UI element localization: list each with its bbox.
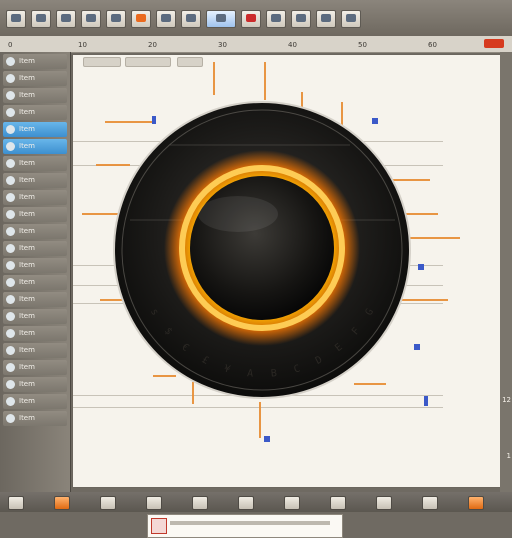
dialog-thumbnail: [151, 518, 167, 534]
dialog-text-bar: [170, 521, 330, 525]
lens-highlight: [198, 196, 278, 232]
status-button-9[interactable]: [376, 496, 392, 510]
status-button-8[interactable]: [330, 496, 346, 510]
ring-glyph: B: [270, 368, 277, 380]
status-button-6[interactable]: [238, 496, 254, 510]
status-button-2[interactable]: [54, 496, 70, 510]
lens-illustration: s$€£¥ A B CDEFG: [82, 62, 460, 442]
center-lens: [190, 176, 334, 320]
status-button-11[interactable]: [468, 496, 484, 510]
status-button-1[interactable]: [8, 496, 24, 510]
bottom-statusbar: [0, 492, 512, 512]
status-button-5[interactable]: [192, 496, 208, 510]
bottom-dialog[interactable]: [147, 514, 343, 538]
ring-glyph: A: [247, 368, 254, 380]
status-button-4[interactable]: [146, 496, 162, 510]
status-button-10[interactable]: [422, 496, 438, 510]
status-button-3[interactable]: [100, 496, 116, 510]
status-button-7[interactable]: [284, 496, 300, 510]
